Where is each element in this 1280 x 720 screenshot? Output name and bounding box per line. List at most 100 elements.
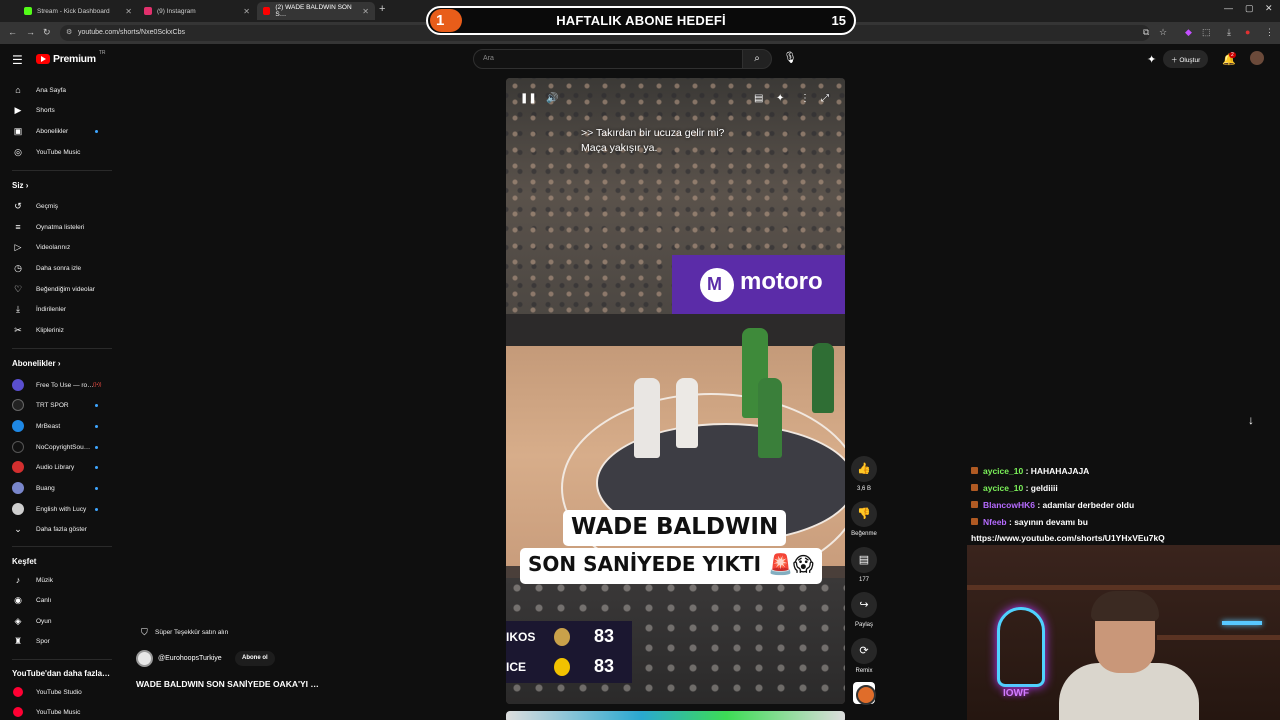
logo-region: TR — [98, 50, 106, 56]
share-button[interactable]: ↪ Paylaş — [850, 592, 878, 628]
pause-icon[interactable]: ❚❚ — [520, 93, 537, 104]
account-avatar[interactable] — [1250, 51, 1264, 65]
player-green-right — [812, 343, 834, 413]
back-icon[interactable]: ← — [8, 27, 17, 37]
dislike-button[interactable]: 👎 Beğenme — [850, 501, 878, 537]
subscriber-goal-banner: 1 HAFTALIK ABONE HEDEFİ 15 — [426, 6, 856, 35]
close-icon[interactable]: ✕ — [362, 7, 369, 16]
sidebar-heading-you[interactable]: Siz › — [12, 181, 28, 190]
sidebar-divider — [12, 546, 112, 547]
ai-sparkle-icon[interactable]: ✦ — [1147, 53, 1156, 66]
sidebar-item-downloads[interactable]: ⤓ İndirilenler — [0, 299, 115, 319]
sidebar-channel-buang[interactable]: Buang — [0, 478, 115, 498]
sidebar-item-shorts[interactable]: ▶ Shorts — [0, 100, 115, 120]
team-name: ICE — [506, 660, 527, 674]
channel-label: NoCopyrightSou… — [36, 443, 91, 451]
shorts-video-player[interactable]: motoro ❚❚ 🔊 ▤ ✦ ⋮ ⤢ >> Takırdan bir ucuz… — [506, 78, 845, 704]
hamburger-menu-icon[interactable]: ☰ — [12, 53, 23, 67]
sidebar-item-watch-later[interactable]: ◷ Daha sonra izle — [0, 258, 115, 278]
video-title[interactable]: WADE BALDWIN SON SANİYEDE OAKA'YI … — [136, 679, 319, 689]
sidebar-heading-subscriptions[interactable]: Abonelikler › — [12, 359, 60, 368]
bookmark-star-icon[interactable]: ☆ — [1159, 27, 1167, 38]
sidebar-item-music[interactable]: ♪ Müzik — [0, 570, 115, 590]
search-input[interactable]: Ara — [473, 49, 743, 69]
team-score: 83 — [594, 656, 615, 676]
tab-instagram[interactable]: (9) Instagram ✕ — [138, 2, 256, 20]
captions-icon[interactable]: ▤ — [754, 93, 763, 104]
minimize-icon[interactable]: — — [1224, 3, 1233, 13]
channel-avatar — [12, 420, 24, 432]
menu-icon[interactable]: ⋮ — [1265, 27, 1274, 38]
tab-youtube-active[interactable]: (2) WADE BALDWIN SON S… ✕ — [257, 2, 375, 20]
close-icon[interactable]: ✕ — [125, 7, 132, 16]
create-button[interactable]: ＋ Oluştur — [1163, 50, 1209, 68]
team-logo — [554, 628, 570, 646]
youtube-logo[interactable]: Premium TR — [36, 50, 106, 65]
install-icon[interactable]: ⧉ — [1143, 27, 1149, 38]
super-thanks-link[interactable]: Süper Teşekkür satın alın — [155, 629, 228, 636]
sidebar-channel-audio-library[interactable]: Audio Library — [0, 457, 115, 477]
next-video-arrow-icon[interactable]: ↓ — [1248, 413, 1254, 427]
tab-kick-dashboard[interactable]: Stream - Kick Dashboard ✕ — [18, 2, 138, 20]
sidebar-item-liked-videos[interactable]: ♡ Beğendiğim videolar — [0, 279, 115, 299]
sidebar-item-youtube-music[interactable]: ◎ YouTube Music — [0, 142, 115, 162]
sidebar-channel-free-to-use[interactable]: Free To Use — ro… ((•)) — [0, 375, 115, 395]
audio-track-thumbnail — [853, 682, 876, 705]
like-button[interactable]: 👍 3,6 B — [850, 456, 878, 492]
maximize-icon[interactable]: ▢ — [1245, 3, 1254, 14]
sidebar-item-subscriptions[interactable]: ▣ Abonelikler — [0, 121, 115, 141]
site-info-icon[interactable]: ⚙ — [66, 28, 72, 36]
sidebar-channel-mrbeast[interactable]: MrBeast — [0, 416, 115, 436]
close-window-icon[interactable]: ✕ — [1265, 3, 1273, 14]
new-tab-button[interactable]: + — [379, 3, 385, 15]
sidebar-item-sports[interactable]: ♜ Spor — [0, 631, 115, 651]
sidebar-item-playlists[interactable]: ≡ Oynatma listeleri — [0, 217, 115, 237]
search-button[interactable]: ⌕ — [742, 49, 772, 69]
logo-text: Premium — [53, 53, 96, 65]
chat-text: : geldiiii — [1025, 483, 1058, 493]
forward-icon[interactable]: → — [26, 27, 35, 37]
sidebar-item-clips[interactable]: ✂ Klipleriniz — [0, 320, 115, 340]
live-icon: ◉ — [14, 594, 22, 605]
channel-label: Free To Use — ro… — [36, 381, 94, 389]
show-more-label: Daha fazla göster — [36, 525, 87, 533]
ai-sparkle-icon[interactable]: ✦ — [776, 93, 784, 104]
microphone-icon[interactable]: 🎙 — [783, 51, 797, 64]
sidebar-item-label: Spor — [36, 637, 50, 645]
sidebar-item-gaming[interactable]: ◈ Oyun — [0, 611, 115, 631]
sidebar-item-home[interactable]: ⌂ Ana Sayfa — [0, 80, 115, 100]
sidebar-show-more[interactable]: ⌄ Daha fazla göster — [0, 519, 115, 539]
channel-avatar[interactable] — [136, 650, 153, 667]
close-icon[interactable]: ✕ — [243, 7, 250, 16]
channel-handle[interactable]: @EurohoopsTurkiye — [158, 655, 222, 662]
sidebar-item-youtube-music-app[interactable]: YouTube Music — [0, 702, 115, 720]
sidebar-item-youtube-studio[interactable]: YouTube Studio — [0, 682, 115, 702]
sidebar-item-live[interactable]: ◉ Canlı — [0, 590, 115, 610]
chat-message: BlancowHK6 : adamlar derbeder oldu — [971, 497, 1271, 514]
sidebar-channel-trt-spor[interactable]: TRT SPOR — [0, 395, 115, 415]
download-icon[interactable]: ⤓ — [1227, 27, 1231, 38]
extension-icon[interactable]: ◆ — [1185, 27, 1192, 38]
sidebar-item-label: YouTube Music — [36, 148, 81, 156]
profile-icon[interactable]: ● — [1245, 27, 1250, 37]
sidebar-channel-nocopyrightsounds[interactable]: NoCopyrightSou… — [0, 437, 115, 457]
sidebar-item-label: Beğendiğim videolar — [36, 285, 95, 293]
next-short-preview[interactable] — [506, 711, 845, 720]
remix-button[interactable]: ⟳ Remix — [850, 638, 878, 674]
subscribe-button[interactable]: Abone ol — [235, 651, 275, 666]
thumbs-down-icon: 👎 — [851, 501, 877, 527]
reload-icon[interactable]: ↻ — [43, 27, 51, 38]
more-options-icon[interactable]: ⋮ — [800, 93, 810, 104]
sidebar-item-history[interactable]: ↺ Geçmiş — [0, 196, 115, 216]
channel-avatar — [12, 503, 24, 515]
stream-chat-overlay: aycice_10 : HAHAHAJAJA aycice_10 : geldi… — [971, 463, 1271, 546]
fullscreen-icon[interactable]: ⤢ — [821, 93, 829, 104]
channel-label: MrBeast — [36, 422, 61, 430]
audio-track-button[interactable] — [850, 682, 878, 705]
volume-icon[interactable]: 🔊 — [546, 93, 558, 104]
extensions-puzzle-icon[interactable]: ⬚ — [1202, 27, 1211, 38]
comments-button[interactable]: ▤ 177 — [850, 547, 878, 583]
sidebar-channel-english-with-lucy[interactable]: English with Lucy — [0, 499, 115, 519]
sidebar-item-your-videos[interactable]: ▷ Videolarınız — [0, 237, 115, 257]
sidebar-item-label: Oyun — [36, 617, 52, 625]
